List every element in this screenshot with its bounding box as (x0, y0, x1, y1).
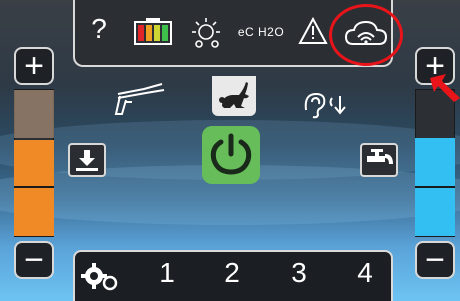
left-minus-button[interactable]: − (14, 241, 54, 279)
tap-button[interactable] (360, 143, 398, 177)
settings-gears-icon[interactable] (80, 259, 120, 293)
warning-icon[interactable] (298, 16, 328, 46)
annotation-arrow (430, 74, 460, 102)
annotation-circle (329, 4, 403, 66)
store-button[interactable] (68, 143, 106, 177)
download-icon (76, 150, 98, 171)
tap-icon (367, 149, 393, 165)
program-1-button[interactable]: 1 (152, 257, 182, 289)
power-icon (210, 133, 252, 175)
rabbit-icon (219, 82, 249, 108)
ear-volume-icon[interactable] (298, 88, 348, 122)
program-3-button[interactable]: 3 (284, 257, 314, 289)
battery-icon[interactable] (132, 16, 174, 46)
help-icon[interactable]: ? (88, 13, 110, 44)
level-divider (415, 186, 455, 188)
light-icon[interactable] (190, 16, 224, 50)
program-4-button[interactable]: 4 (350, 257, 380, 289)
left-level-fill (14, 140, 54, 236)
eco-water-label[interactable]: eC H2O (232, 22, 290, 42)
left-plus-button[interactable]: + (14, 47, 54, 85)
program-2-button[interactable]: 2 (217, 257, 247, 289)
speed-tab[interactable] (212, 76, 256, 116)
device: ? eC H2O + − + − 1 2 3 4 (0, 0, 460, 301)
spray-gun-icon[interactable] (104, 80, 170, 120)
power-button[interactable] (202, 126, 260, 184)
level-divider (14, 186, 54, 188)
left-level-highlight (14, 90, 54, 138)
right-minus-button[interactable]: − (415, 241, 455, 279)
